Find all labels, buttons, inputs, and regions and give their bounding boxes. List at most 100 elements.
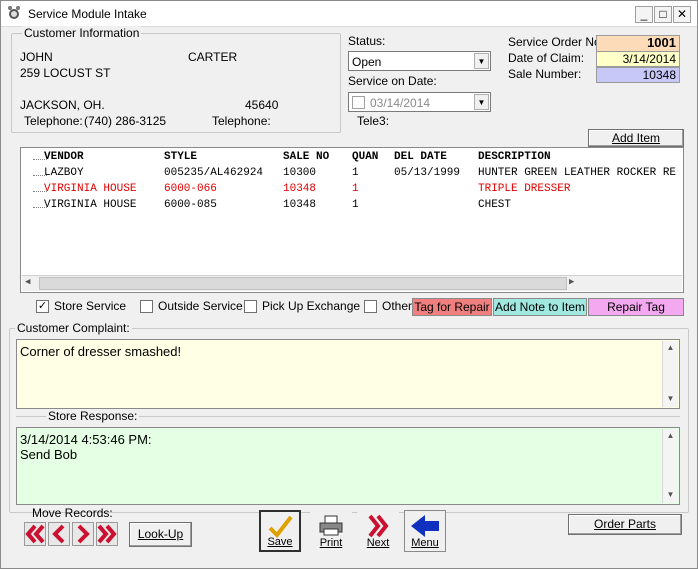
- customer-first-name: JOHN: [20, 50, 53, 64]
- outside-service-checkbox[interactable]: [140, 300, 153, 313]
- header-sale-no: SALE NO: [283, 151, 330, 163]
- row-sale-no: 10348: [283, 199, 317, 211]
- app-icon: [8, 6, 20, 19]
- header-style: STYLE: [164, 151, 198, 163]
- add-item-label: Add Item: [611, 131, 661, 145]
- date-of-claim-label: Date of Claim:: [508, 51, 585, 65]
- next-label: Next: [366, 537, 390, 549]
- chevron-down-icon: ▼: [474, 94, 489, 110]
- customer-city-state: JACKSON, OH.: [20, 98, 105, 112]
- save-button[interactable]: Save: [259, 510, 301, 552]
- first-record-button[interactable]: [24, 522, 46, 546]
- other-label: Other: [382, 299, 413, 313]
- store-service-label: Store Service: [54, 299, 127, 313]
- status-dropdown[interactable]: Open ▼: [348, 51, 491, 71]
- window-title: Service Module Intake: [28, 7, 147, 21]
- maximize-button[interactable]: □: [654, 6, 672, 23]
- scroll-down-icon[interactable]: ▼: [663, 392, 678, 407]
- row-vendor: LAZBOY: [44, 167, 84, 179]
- row-description: CHEST: [478, 199, 512, 211]
- lookup-label: Look-Up: [137, 527, 184, 541]
- scroll-thumb[interactable]: [39, 277, 567, 290]
- back-arrow-icon: [411, 515, 439, 537]
- order-parts-label: Order Parts: [593, 517, 656, 531]
- horizontal-scrollbar[interactable]: ◀ ▶: [22, 275, 682, 291]
- items-table[interactable]: VENDOR STYLE SALE NO QUAN DEL DATE DESCR…: [20, 147, 684, 293]
- scroll-right-icon[interactable]: ▶: [569, 277, 574, 287]
- row-quan: 1: [352, 199, 359, 211]
- customer-last-name: CARTER: [188, 50, 238, 64]
- table-row[interactable]: LAZBOY 005235/AL462924 10300 1 05/13/199…: [21, 167, 676, 183]
- service-date-picker[interactable]: 03/14/2014 ▼: [348, 92, 491, 112]
- row-description: TRIPLE DRESSER: [478, 183, 571, 195]
- menu-button[interactable]: Menu: [404, 510, 446, 552]
- scroll-left-icon[interactable]: ◀: [25, 277, 30, 287]
- table-header: VENDOR STYLE SALE NO QUAN DEL DATE DESCR…: [21, 151, 666, 167]
- row-sale-no: 10300: [283, 167, 317, 179]
- tag-for-repair-button[interactable]: Tag for Repair: [412, 298, 492, 316]
- store-service-checkbox[interactable]: ✓: [36, 300, 49, 313]
- complaint-textarea[interactable]: Corner of dresser smashed! ▲ ▼: [16, 339, 680, 409]
- print-label: Print: [319, 537, 343, 549]
- prev-record-button[interactable]: [48, 522, 70, 546]
- complaint-text: Corner of dresser smashed!: [20, 344, 182, 359]
- header-quan: QUAN: [352, 151, 379, 163]
- print-button[interactable]: Print: [310, 510, 352, 552]
- scroll-down-icon[interactable]: ▼: [663, 488, 678, 503]
- complaint-label: Customer Complaint:: [15, 321, 132, 335]
- pickup-exchange-label: Pick Up Exchange: [262, 299, 361, 313]
- add-item-button[interactable]: Add Item: [588, 129, 684, 147]
- printer-icon: [319, 515, 343, 536]
- service-date-label: Service on Date:: [348, 74, 437, 88]
- tele3-label: Tele3:: [357, 114, 390, 128]
- lookup-button[interactable]: Look-Up: [129, 522, 192, 547]
- minimize-button[interactable]: _: [635, 6, 653, 23]
- add-note-button[interactable]: Add Note to Item: [493, 298, 587, 316]
- telephone2-label: Telephone:: [212, 114, 271, 128]
- status-label: Status:: [348, 34, 386, 48]
- customer-zip: 45640: [245, 98, 279, 112]
- service-order-label: Service Order No:: [508, 35, 605, 49]
- service-module-window: Service Module Intake _ □ ✕ Customer Inf…: [0, 0, 698, 569]
- response-line-2: Send Bob: [20, 447, 78, 462]
- response-textarea[interactable]: 3/14/2014 4:53:46 PM: Send Bob ▲ ▼: [16, 427, 680, 505]
- order-parts-button[interactable]: Order Parts: [568, 514, 682, 535]
- next-record-button[interactable]: [72, 522, 94, 546]
- complaint-scrollbar[interactable]: ▲ ▼: [662, 341, 678, 407]
- row-quan: 1: [352, 183, 359, 195]
- response-scrollbar[interactable]: ▲ ▼: [662, 429, 678, 503]
- double-chevron-left-icon: [25, 524, 45, 544]
- row-vendor: VIRGINIA HOUSE: [44, 183, 137, 195]
- response-label: Store Response:: [46, 409, 140, 423]
- scroll-up-icon[interactable]: ▲: [663, 341, 678, 356]
- service-date-checkbox[interactable]: [352, 96, 365, 109]
- row-vendor: VIRGINIA HOUSE: [44, 199, 137, 211]
- row-quan: 1: [352, 167, 359, 179]
- chevron-left-icon: [52, 524, 65, 544]
- double-chevron-right-icon: [368, 514, 389, 538]
- repair-tag-button[interactable]: Repair Tag: [588, 298, 684, 316]
- date-of-claim-value: 3/14/2014: [596, 51, 680, 67]
- double-chevron-right-icon: [97, 524, 117, 544]
- move-records-label: Move Records:: [32, 506, 113, 520]
- row-del-date: 05/13/1999: [394, 167, 461, 179]
- scroll-up-icon[interactable]: ▲: [663, 429, 678, 444]
- next-button[interactable]: Next: [357, 510, 399, 552]
- title-bar: Service Module Intake _ □ ✕: [1, 1, 697, 27]
- header-del-date: DEL DATE: [394, 151, 447, 163]
- header-vendor: VENDOR: [44, 151, 84, 163]
- other-checkbox[interactable]: [364, 300, 377, 313]
- chevron-down-icon: ▼: [474, 53, 489, 69]
- row-style: 6000-066: [164, 183, 217, 195]
- save-label: Save: [267, 536, 293, 548]
- pickup-exchange-checkbox[interactable]: [244, 300, 257, 313]
- table-row[interactable]: VIRGINIA HOUSE 6000-066 10348 1 TRIPLE D…: [21, 183, 666, 199]
- close-button[interactable]: ✕: [673, 6, 691, 23]
- row-style: 6000-085: [164, 199, 217, 211]
- menu-label: Menu: [411, 537, 439, 549]
- table-row[interactable]: VIRGINIA HOUSE 6000-085 10348 1 CHEST: [21, 199, 666, 215]
- last-record-button[interactable]: [96, 522, 118, 546]
- row-style: 005235/AL462924: [164, 167, 264, 179]
- outside-service-label: Outside Service: [158, 299, 243, 313]
- customer-address: 259 LOCUST ST: [20, 66, 111, 80]
